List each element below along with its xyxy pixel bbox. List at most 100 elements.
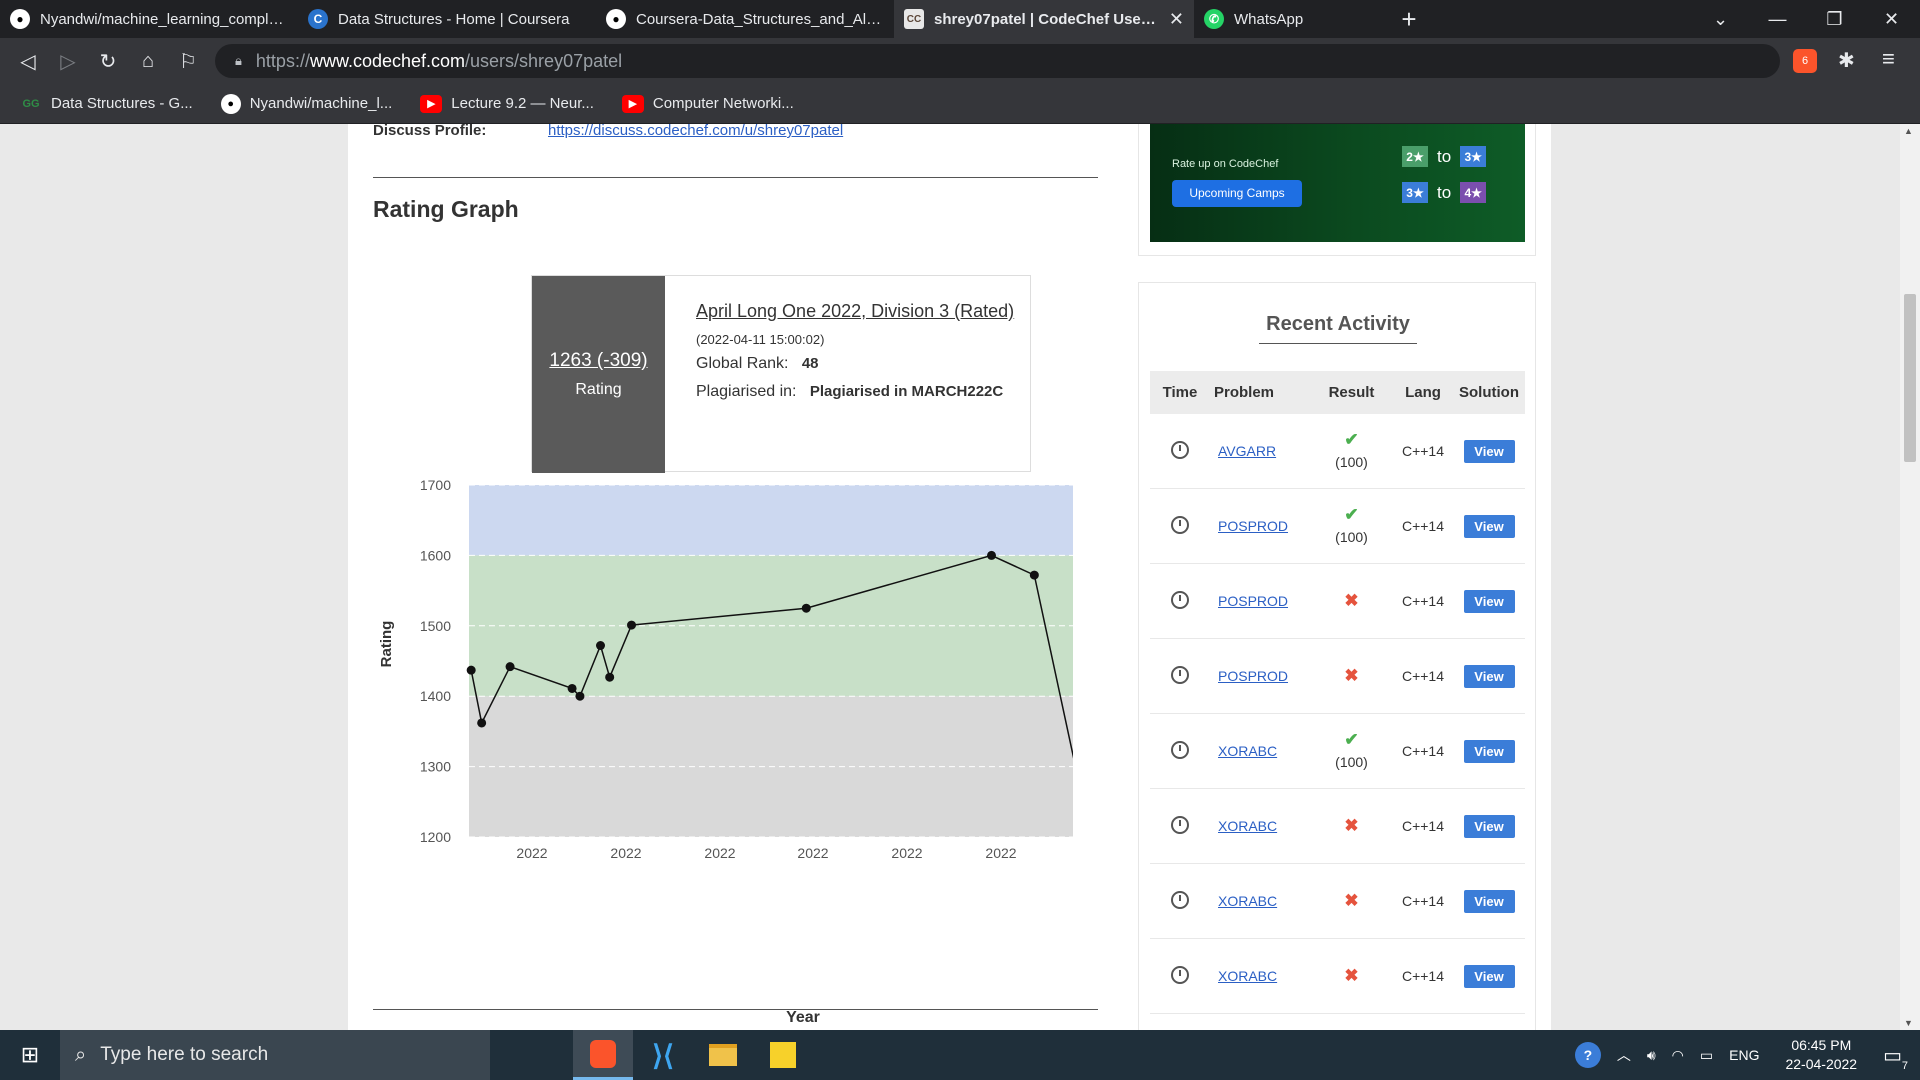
tab-title: shrey07patel | CodeChef User Profile: [934, 10, 1161, 28]
forward-button[interactable]: ▷: [48, 49, 88, 74]
url-host: www.codechef.com: [309, 50, 466, 71]
extensions-icon[interactable]: ✱: [1838, 48, 1855, 73]
plagiarised-label: Plagiarised in:: [696, 383, 797, 400]
result-score: (100): [1335, 529, 1368, 545]
notifications-icon[interactable]: ▭ 7: [1883, 1043, 1908, 1072]
data-point: [567, 683, 577, 693]
x-tick-label: 2022: [704, 845, 735, 861]
scrollbar-thumb[interactable]: [1904, 294, 1916, 462]
bookmark-label: Lecture 9.2 — Neur...: [451, 95, 594, 112]
close-window-button[interactable]: ✕: [1863, 9, 1920, 30]
battery-icon[interactable]: ▭: [1700, 1047, 1713, 1064]
bookmark-item[interactable]: ● Nyandwi/machine_l...: [220, 93, 392, 114]
data-point: [627, 620, 637, 630]
windows-start-icon[interactable]: ⊞: [0, 1030, 60, 1080]
tab-title: Coursera-Data_Structures_and_Algorithms: [636, 10, 884, 28]
result-cell: ✖: [1310, 815, 1393, 837]
tab-search-icon[interactable]: ⌄: [1692, 9, 1749, 30]
wifi-icon[interactable]: ◠: [1672, 1047, 1684, 1064]
chevron-up-icon[interactable]: ︿: [1617, 1045, 1631, 1065]
rating-graph-title: Rating Graph: [373, 196, 519, 222]
discuss-profile-label: Discuss Profile:: [373, 124, 487, 139]
tab-github-dsa[interactable]: ● Coursera-Data_Structures_and_Algorithm…: [596, 0, 894, 38]
tab-coursera[interactable]: C Data Structures - Home | Coursera: [298, 0, 596, 38]
data-point: [1029, 570, 1039, 580]
tooltip-rating-panel: 1263 (-309) Rating: [532, 276, 665, 473]
view-solution-button[interactable]: View: [1463, 814, 1515, 838]
rating-graph: 1200 1300 1400 1500 1600 1700 2022 2022 2022 202…: [378, 477, 1073, 1026]
language-indicator[interactable]: ENG: [1729, 1047, 1759, 1063]
home-button[interactable]: ⌂: [128, 50, 168, 73]
view-solution-button[interactable]: View: [1463, 439, 1515, 463]
upcoming-camps-button[interactable]: Upcoming Camps: [1172, 180, 1302, 207]
tab-title: Nyandwi/machine_learning_complete: [40, 10, 288, 28]
back-button[interactable]: ◁: [8, 49, 48, 74]
star-badge: 2★: [1402, 146, 1428, 167]
vscode-icon[interactable]: ⟩⟨: [633, 1030, 693, 1080]
restore-button[interactable]: ❐: [1806, 9, 1863, 30]
lang-cell: C++14: [1401, 518, 1445, 534]
reload-button[interactable]: ↻: [88, 49, 128, 74]
tab-codechef[interactable]: CC shrey07patel | CodeChef User Profile …: [894, 0, 1194, 38]
bookmark-item[interactable]: GG Data Structures - G...: [20, 95, 192, 113]
help-icon[interactable]: ?: [1574, 1042, 1601, 1068]
view-solution-button[interactable]: View: [1463, 739, 1515, 763]
brave-badge: 6: [1801, 55, 1809, 67]
contest-name-link[interactable]: April Long One 2022, Division 3 (Rated): [696, 296, 1016, 326]
result-cell: ✔ (100): [1310, 729, 1393, 773]
tooltip-arrow: [776, 472, 798, 483]
plagiarised-line: Plagiarised in: Plagiarised in MARCH222C: [696, 381, 1016, 403]
problem-link[interactable]: POSPROD: [1210, 518, 1310, 534]
taskbar-search[interactable]: ⌕ Type here to search: [60, 1030, 490, 1080]
problem-link[interactable]: POSPROD: [1210, 593, 1310, 609]
sticky-notes-icon[interactable]: [753, 1030, 813, 1080]
browser-tab-bar: ● Nyandwi/machine_learning_complete C Da…: [0, 0, 1920, 38]
bookmark-button[interactable]: ⚐: [168, 49, 208, 74]
brave-browser-icon[interactable]: [573, 1030, 633, 1080]
discuss-profile-link[interactable]: https://discuss.codechef.com/u/shrey07pa…: [548, 124, 843, 139]
close-tab-icon[interactable]: ✕: [1169, 9, 1184, 30]
clock-icon: [1171, 665, 1189, 684]
scroll-down-icon[interactable]: ▼: [1904, 1018, 1913, 1028]
problem-link[interactable]: AVGARR: [1210, 443, 1310, 459]
result-score: (100): [1335, 454, 1368, 470]
minimize-button[interactable]: —: [1749, 9, 1806, 30]
page-scrollbar[interactable]: ▲ ▼: [1900, 124, 1920, 1030]
tab-github-ml[interactable]: ● Nyandwi/machine_learning_complete: [0, 0, 298, 38]
scroll-up-icon[interactable]: ▲: [1904, 126, 1913, 136]
url-field[interactable]: 🔒︎ https://www.codechef.com/users/shrey0…: [215, 44, 1780, 78]
column-header: Solution: [1459, 384, 1519, 401]
view-solution-button[interactable]: View: [1463, 664, 1515, 688]
time-cell: [1150, 590, 1210, 612]
menu-icon[interactable]: ≡: [1882, 46, 1895, 72]
problem-link[interactable]: XORABC: [1210, 893, 1310, 909]
bookmarks-bar: GG Data Structures - G... ● Nyandwi/mach…: [0, 84, 1920, 124]
problem-link[interactable]: XORABC: [1210, 743, 1310, 759]
solution-cell: View: [1453, 589, 1525, 613]
file-explorer-icon[interactable]: [693, 1030, 753, 1080]
profile-card: Discuss Profile: https://discuss.codeche…: [348, 124, 1123, 1030]
brave-shields-icon[interactable]: 6: [1793, 49, 1817, 73]
new-tab-button[interactable]: +: [1384, 4, 1434, 35]
volume-icon[interactable]: 🔊︎: [1647, 1047, 1656, 1064]
star-badge: 4★: [1460, 182, 1487, 203]
recent-activity-title: Recent Activity: [1139, 313, 1537, 344]
view-solution-button[interactable]: View: [1463, 589, 1515, 613]
view-solution-button[interactable]: View: [1463, 964, 1515, 988]
view-solution-button[interactable]: View: [1463, 514, 1515, 538]
problem-link[interactable]: XORABC: [1210, 968, 1310, 984]
table-row: XORABC ✖ C++14 View: [1150, 864, 1525, 939]
tab-whatsapp[interactable]: ✆ WhatsApp: [1194, 0, 1384, 38]
rate-up-banner[interactable]: Rate up on CodeChef Upcoming Camps 2★ to…: [1150, 124, 1525, 242]
data-point: [466, 665, 476, 675]
bookmark-item[interactable]: ▶ Lecture 9.2 — Neur...: [420, 94, 594, 113]
page-viewport: Discuss Profile: https://discuss.codeche…: [0, 124, 1900, 1030]
bookmark-item[interactable]: ▶ Computer Networki...: [621, 94, 794, 113]
taskbar-clock[interactable]: 06:45 PM 22-04-2022: [1785, 1036, 1857, 1074]
view-solution-button[interactable]: View: [1463, 889, 1515, 913]
solution-cell: View: [1453, 964, 1525, 988]
problem-link[interactable]: POSPROD: [1210, 668, 1310, 684]
banner-star-row: 2★ to 3★: [1402, 146, 1487, 167]
problem-link[interactable]: XORABC: [1210, 818, 1310, 834]
time-cell: [1150, 440, 1210, 462]
